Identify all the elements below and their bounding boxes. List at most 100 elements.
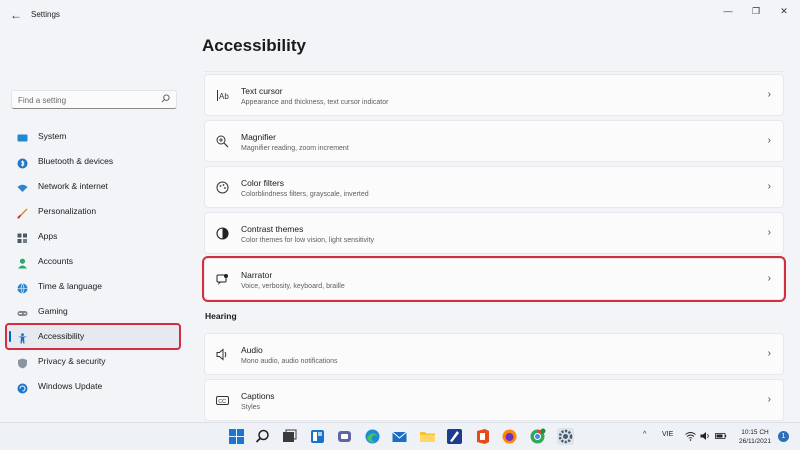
chevron-right-icon: ›	[767, 273, 771, 284]
card-narrator[interactable]: Narrator Voice, verbosity, keyboard, bra…	[202, 256, 786, 302]
task-view-icon[interactable]	[281, 428, 298, 445]
chevron-right-icon: ›	[767, 135, 771, 146]
sidebar-item-label: Windows Update	[38, 381, 103, 391]
settings-window: ← Settings — ❐ ✕ System Bluetooth & devi…	[0, 0, 800, 422]
card-text-cursor[interactable]: Ab Text cursor Appearance and thickness,…	[204, 74, 784, 116]
maximize-button[interactable]: ❐	[745, 4, 767, 18]
minimize-button[interactable]: —	[717, 4, 739, 18]
title-bar: ← Settings — ❐ ✕	[0, 0, 800, 30]
card-subtitle: Colorblindness filters, grayscale, inver…	[241, 191, 369, 198]
sidebar-item-system[interactable]: System	[6, 124, 180, 149]
sidebar-item-label: Accessibility	[38, 331, 85, 341]
volume-tray-icon[interactable]	[700, 431, 711, 443]
chevron-right-icon: ›	[767, 394, 771, 405]
edge-icon[interactable]	[364, 428, 381, 445]
wifi-tray-icon[interactable]	[685, 431, 696, 443]
card-captions[interactable]: CC Captions Styles ›	[204, 379, 784, 421]
firefox-icon[interactable]	[501, 428, 518, 445]
card-subtitle: Voice, verbosity, keyboard, braille	[241, 283, 345, 290]
brush-icon	[17, 206, 28, 219]
sidebar-item-network[interactable]: Network & internet	[6, 174, 180, 199]
monitor-icon	[17, 131, 28, 142]
sidebar-item-label: Personalization	[38, 206, 97, 216]
gamepad-icon	[17, 306, 28, 317]
teams-chat-icon[interactable]	[336, 428, 353, 445]
sidebar-item-label: Network & internet	[38, 181, 108, 191]
card-title: Color filters	[241, 178, 284, 188]
card-title: Audio	[241, 345, 263, 355]
sidebar-item-time-language[interactable]: Time & language	[6, 274, 180, 299]
settings-taskbar-icon[interactable]	[557, 428, 574, 445]
magnifier-icon	[216, 135, 229, 148]
card-title: Narrator	[241, 270, 273, 280]
sidebar-item-windows-update[interactable]: Windows Update	[6, 374, 180, 399]
color-filters-icon	[216, 181, 229, 194]
scrolled-card-edge	[204, 66, 784, 72]
battery-tray-icon[interactable]	[715, 431, 727, 443]
accessibility-icon	[17, 331, 28, 344]
sidebar-item-bluetooth[interactable]: Bluetooth & devices	[6, 149, 180, 174]
person-icon	[17, 256, 28, 269]
sidebar-item-personalization[interactable]: Personalization	[6, 199, 180, 224]
sidebar-item-label: Gaming	[38, 306, 68, 316]
clock-time: 10:15 CH	[741, 429, 769, 436]
apps-icon	[17, 231, 28, 243]
app-title: Settings	[31, 10, 60, 19]
clock[interactable]: 10:15 CH 26/11/2021	[730, 428, 780, 446]
card-subtitle: Appearance and thickness, text cursor in…	[241, 99, 389, 106]
svg-text:Ab: Ab	[219, 92, 229, 101]
section-heading-hearing: Hearing	[205, 311, 237, 321]
chevron-right-icon: ›	[767, 89, 771, 100]
card-contrast-themes[interactable]: Contrast themes Color themes for low vis…	[204, 212, 784, 254]
contrast-icon	[216, 227, 229, 240]
sidebar-item-label: Time & language	[38, 281, 102, 291]
sidebar-item-gaming[interactable]: Gaming	[6, 299, 180, 324]
card-subtitle: Magnifier reading, zoom increment	[241, 145, 349, 152]
chevron-right-icon: ›	[767, 227, 771, 238]
card-audio[interactable]: Audio Mono audio, audio notifications ›	[204, 333, 784, 375]
sidebar-item-label: Bluetooth & devices	[38, 156, 114, 166]
close-button[interactable]: ✕	[773, 4, 795, 18]
notification-badge[interactable]: 1	[778, 431, 789, 442]
pen-app-icon[interactable]	[446, 428, 463, 445]
mail-icon[interactable]	[391, 428, 408, 445]
search-taskbar-icon[interactable]	[254, 428, 271, 445]
update-icon	[17, 381, 28, 394]
back-button[interactable]: ←	[8, 7, 24, 23]
office-icon[interactable]	[474, 428, 491, 445]
sidebar-item-privacy[interactable]: Privacy & security	[6, 349, 180, 374]
file-explorer-icon[interactable]	[419, 428, 436, 445]
chrome-icon[interactable]	[529, 428, 546, 445]
search-icon[interactable]	[161, 94, 170, 105]
sidebar-item-accessibility[interactable]: Accessibility	[5, 323, 181, 350]
svg-text:CC: CC	[218, 399, 226, 405]
card-title: Contrast themes	[241, 224, 304, 234]
captions-icon: CC	[216, 394, 229, 407]
wifi-icon	[17, 181, 28, 192]
card-subtitle: Mono audio, audio notifications	[241, 358, 338, 365]
search-input[interactable]	[18, 93, 158, 107]
chevron-right-icon: ›	[767, 181, 771, 192]
search-box[interactable]	[11, 90, 177, 109]
selection-indicator	[9, 331, 11, 342]
card-title: Magnifier	[241, 132, 276, 142]
narrator-icon	[216, 273, 229, 286]
widgets-icon[interactable]	[309, 428, 326, 445]
page-title: Accessibility	[202, 36, 306, 55]
bluetooth-icon	[17, 156, 28, 169]
sidebar-item-apps[interactable]: Apps	[6, 224, 180, 249]
card-color-filters[interactable]: Color filters Colorblindness filters, gr…	[204, 166, 784, 208]
clock-date: 26/11/2021	[738, 438, 772, 445]
sidebar-item-accounts[interactable]: Accounts	[6, 249, 180, 274]
globe-icon	[17, 281, 28, 294]
input-language[interactable]: VIE	[662, 431, 673, 438]
card-magnifier[interactable]: Magnifier Magnifier reading, zoom increm…	[204, 120, 784, 162]
taskbar: ^ VIE 10:15 CH 26/11/2021 1	[0, 422, 800, 450]
tray-overflow-icon[interactable]: ^	[643, 431, 646, 438]
start-button[interactable]	[228, 428, 245, 445]
card-subtitle: Styles	[241, 404, 261, 411]
text-cursor-icon: Ab	[216, 89, 229, 102]
speaker-icon	[216, 348, 229, 361]
chevron-right-icon: ›	[767, 348, 771, 359]
sidebar-nav: System Bluetooth & devices Network & int…	[5, 124, 181, 399]
